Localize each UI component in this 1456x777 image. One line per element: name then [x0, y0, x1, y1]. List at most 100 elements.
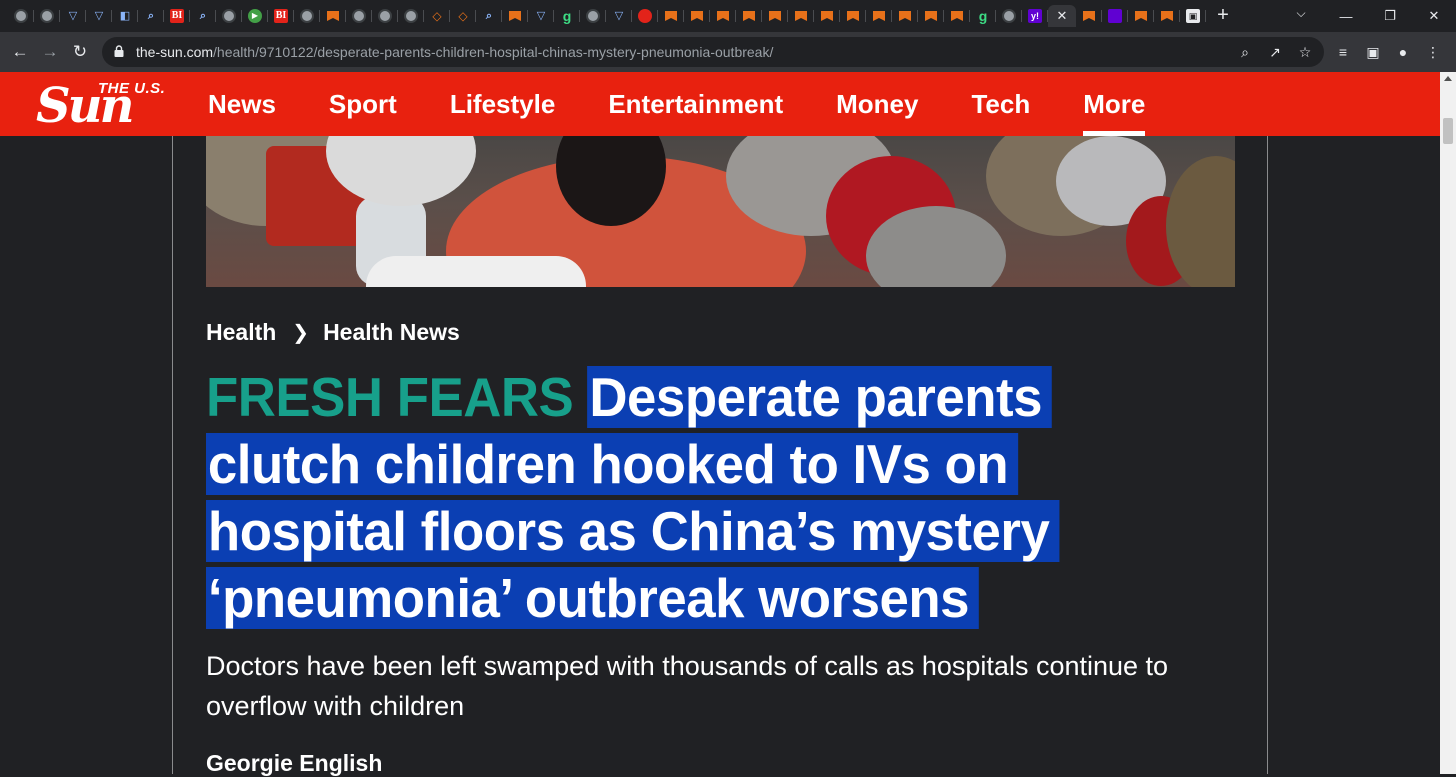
- nav-item-entertainment[interactable]: Entertainment: [608, 72, 783, 136]
- browser-tab[interactable]: [294, 5, 320, 27]
- browser-tab[interactable]: ▽: [528, 5, 554, 27]
- red-favicon-icon: [638, 9, 652, 23]
- zoom-icon[interactable]: ⌕: [1236, 43, 1254, 61]
- browser-tab[interactable]: ▽: [606, 5, 632, 27]
- browser-tab[interactable]: [1102, 5, 1128, 27]
- side-panel-icon[interactable]: ▣: [1362, 41, 1384, 63]
- back-arrow-icon[interactable]: ←: [8, 40, 32, 64]
- browser-tab[interactable]: ▽: [86, 5, 112, 27]
- minimize-button[interactable]: —: [1324, 0, 1368, 32]
- orange-bookmark-favicon-icon: [794, 9, 808, 23]
- browser-tab[interactable]: [658, 5, 684, 27]
- browser-tab[interactable]: [216, 5, 242, 27]
- browser-tab[interactable]: [788, 5, 814, 27]
- orange-bookmark-favicon-icon: [326, 9, 340, 23]
- scroll-up-arrow-icon[interactable]: [1444, 76, 1452, 81]
- browser-tab[interactable]: ◇: [424, 5, 450, 27]
- browser-tab[interactable]: [580, 5, 606, 27]
- browser-tab[interactable]: [840, 5, 866, 27]
- browser-tab[interactable]: [710, 5, 736, 27]
- lock-icon[interactable]: [114, 45, 124, 57]
- orange-bookmark-favicon-icon: [690, 9, 704, 23]
- orange-bookmark-favicon-icon: [664, 9, 678, 23]
- browser-tab[interactable]: [684, 5, 710, 27]
- orange-bookmark-favicon-icon: [950, 9, 964, 23]
- url-host: the-sun.com: [136, 44, 214, 60]
- nav-item-sport[interactable]: Sport: [329, 72, 397, 136]
- article-standfirst: Doctors have been left swamped with thou…: [206, 651, 1169, 721]
- browser-tab[interactable]: [814, 5, 840, 27]
- browser-tab[interactable]: [736, 5, 762, 27]
- browser-tab[interactable]: ▶: [242, 5, 268, 27]
- browser-tab[interactable]: [892, 5, 918, 27]
- globe-favicon-icon: [352, 9, 366, 23]
- nav-item-lifestyle[interactable]: Lifestyle: [450, 72, 556, 136]
- browser-tab[interactable]: y!: [1022, 5, 1048, 27]
- browser-tab[interactable]: ◇: [450, 5, 476, 27]
- browser-tab[interactable]: ◧: [112, 5, 138, 27]
- browser-tab[interactable]: [398, 5, 424, 27]
- url-text[interactable]: the-sun.com/health/9710122/desperate-par…: [136, 44, 773, 60]
- profile-icon[interactable]: ●: [1392, 41, 1414, 63]
- browser-tab[interactable]: BI: [268, 5, 294, 27]
- nav-item-money[interactable]: Money: [836, 72, 918, 136]
- site-logo[interactable]: THE U.S. Sun: [36, 80, 182, 130]
- browser-tab[interactable]: [372, 5, 398, 27]
- globe-favicon-icon: [222, 9, 236, 23]
- browser-tab[interactable]: ▽: [60, 5, 86, 27]
- close-window-button[interactable]: ✕: [1412, 0, 1456, 32]
- browser-tab[interactable]: ⌕: [476, 5, 502, 27]
- browser-tab[interactable]: ▣: [1180, 5, 1206, 27]
- play-favicon-icon: ▶: [248, 9, 262, 23]
- page-scrollbar[interactable]: [1440, 72, 1456, 774]
- nav-item-more[interactable]: More: [1083, 72, 1146, 136]
- media-control-icon[interactable]: ≡: [1332, 41, 1354, 63]
- window-controls: — ❐ ✕: [1324, 0, 1456, 32]
- search-favicon-icon: ⌕: [485, 10, 493, 22]
- kebab-menu-icon[interactable]: ⋮: [1422, 41, 1444, 63]
- browser-tab[interactable]: [944, 5, 970, 27]
- browser-tab[interactable]: [918, 5, 944, 27]
- browser-tab[interactable]: [1154, 5, 1180, 27]
- browser-tab[interactable]: ⌕: [138, 5, 164, 27]
- author-byline[interactable]: Georgie English: [206, 750, 382, 777]
- browser-tab[interactable]: [632, 5, 658, 27]
- nav-item-news[interactable]: News: [208, 72, 276, 136]
- browser-tab[interactable]: [8, 5, 34, 27]
- right-column-rule: [1267, 136, 1268, 774]
- browser-tab[interactable]: [996, 5, 1022, 27]
- mono-favicon-icon: ▣: [1186, 9, 1200, 23]
- nav-item-tech[interactable]: Tech: [971, 72, 1030, 136]
- tab-active[interactable]: ✕: [1048, 5, 1076, 27]
- browser-tab[interactable]: [1128, 5, 1154, 27]
- browser-tab[interactable]: [1076, 5, 1102, 27]
- browser-tab[interactable]: ⌕: [190, 5, 216, 27]
- share-icon[interactable]: ↗: [1266, 43, 1284, 61]
- browser-tab[interactable]: [320, 5, 346, 27]
- breadcrumb-health-news[interactable]: Health News: [323, 319, 460, 346]
- main-nav: News Sport Lifestyle Entertainment Money Tech…: [208, 72, 1146, 136]
- browser-tab[interactable]: BI: [164, 5, 190, 27]
- new-tab-button[interactable]: +: [1212, 4, 1234, 26]
- tab-search-chevron-icon[interactable]: ⌵: [1290, 6, 1312, 21]
- orange-bookmark-favicon-icon: [768, 9, 782, 23]
- close-icon[interactable]: ✕: [1057, 8, 1068, 24]
- globe-favicon-icon: [378, 9, 392, 23]
- scrollbar-thumb[interactable]: [1443, 118, 1453, 144]
- breadcrumb-health[interactable]: Health: [206, 319, 276, 346]
- logo-wordmark: Sun: [36, 78, 134, 134]
- browser-tab[interactable]: [346, 5, 372, 27]
- browser-tab[interactable]: [502, 5, 528, 27]
- hero-image: [206, 136, 1235, 287]
- address-bar[interactable]: the-sun.com/health/9710122/desperate-par…: [102, 37, 1324, 67]
- browser-tab[interactable]: [34, 5, 60, 27]
- orange-bookmark-favicon-icon: [1160, 9, 1174, 23]
- browser-tab[interactable]: g: [970, 5, 996, 27]
- restore-button[interactable]: ❐: [1368, 0, 1412, 32]
- browser-tab[interactable]: [762, 5, 788, 27]
- star-icon[interactable]: ☆: [1296, 43, 1314, 61]
- browser-tab[interactable]: [866, 5, 892, 27]
- browser-tab[interactable]: g: [554, 5, 580, 27]
- forward-arrow-icon[interactable]: →: [38, 40, 62, 64]
- reload-icon[interactable]: ↻: [68, 40, 92, 64]
